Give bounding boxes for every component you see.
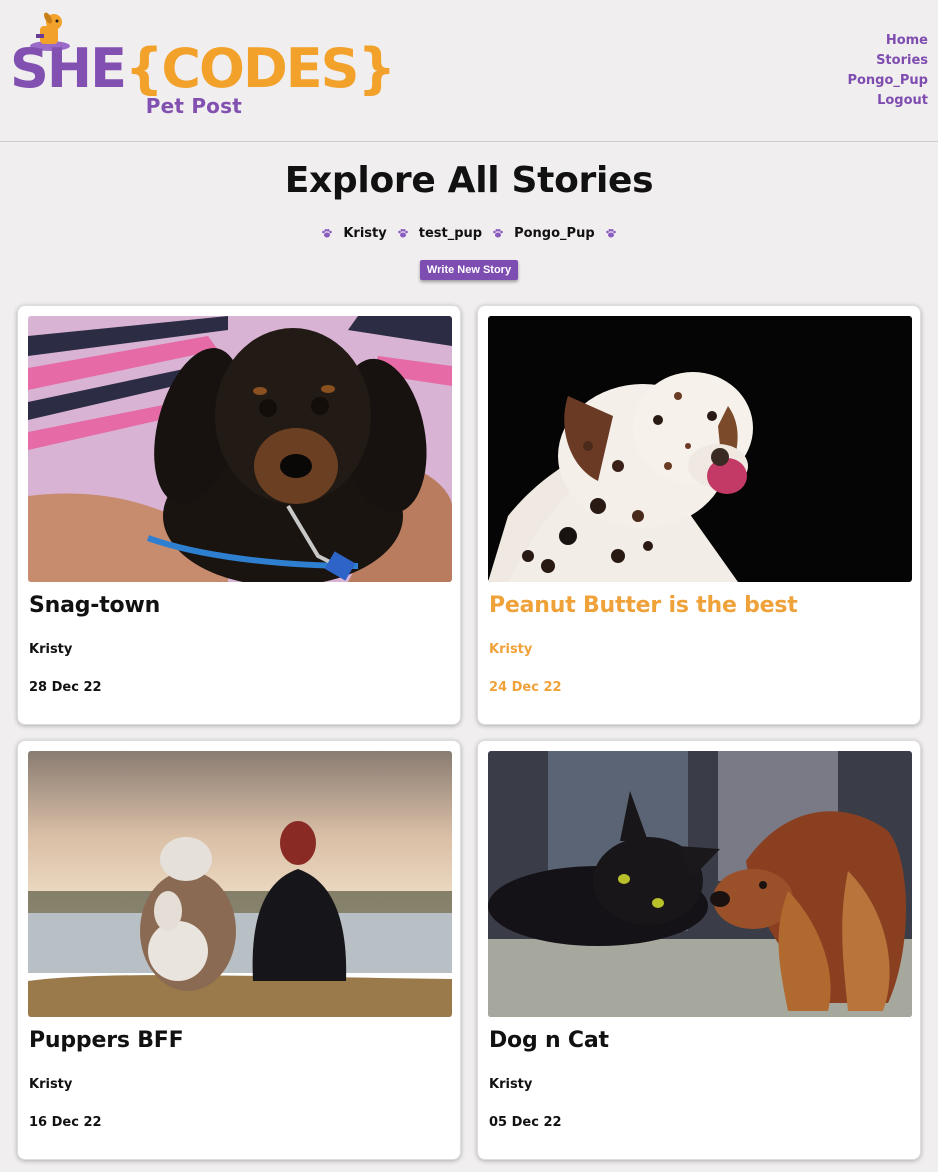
author-link-kristy[interactable]: Kristy bbox=[343, 226, 386, 241]
author-link-pongo-pup[interactable]: Pongo_Pup bbox=[514, 226, 595, 241]
story-date: 05 Dec 22 bbox=[489, 1115, 562, 1130]
story-date: 24 Dec 22 bbox=[489, 680, 562, 695]
story-image-dog-and-girl[interactable] bbox=[28, 751, 452, 1017]
site-header: SHE{CODES} Pet Post Home Stories Pongo_P… bbox=[0, 0, 938, 142]
author-link-test-pup[interactable]: test_pup bbox=[419, 226, 482, 241]
story-author: Kristy bbox=[29, 642, 73, 657]
logo-subtitle: Pet Post bbox=[145, 94, 242, 118]
story-date: 28 Dec 22 bbox=[29, 680, 102, 695]
story-card[interactable]: Dog n Cat Kristy 05 Dec 22 bbox=[477, 740, 921, 1160]
story-card[interactable]: Peanut Butter is the best Kristy 24 Dec … bbox=[477, 305, 921, 725]
nav-home[interactable]: Home bbox=[847, 31, 928, 51]
nav-logout[interactable]: Logout bbox=[847, 91, 928, 111]
dachshund-puppy-photo bbox=[28, 316, 452, 582]
story-image-dachshund[interactable] bbox=[28, 316, 452, 582]
nav-stories[interactable]: Stories bbox=[847, 51, 928, 71]
story-title[interactable]: Puppers BFF bbox=[29, 1028, 184, 1053]
story-date: 16 Dec 22 bbox=[29, 1115, 102, 1130]
nav-profile[interactable]: Pongo_Pup bbox=[847, 71, 928, 91]
logo-wordmark: SHE{CODES} bbox=[10, 42, 396, 96]
page-title: Explore All Stories bbox=[284, 160, 654, 201]
story-title[interactable]: Peanut Butter is the best bbox=[489, 593, 798, 618]
dalmatian-photo bbox=[488, 316, 912, 582]
story-card[interactable]: Snag-town Kristy 28 Dec 22 bbox=[17, 305, 461, 725]
story-card[interactable]: Puppers BFF Kristy 16 Dec 22 bbox=[17, 740, 461, 1160]
logo-codes: {CODES} bbox=[124, 37, 396, 100]
story-title[interactable]: Dog n Cat bbox=[489, 1028, 609, 1053]
story-author: Kristy bbox=[489, 642, 533, 657]
paw-icon bbox=[605, 229, 616, 238]
paw-icon bbox=[493, 229, 503, 238]
write-new-story-button[interactable]: Write New Story bbox=[420, 260, 518, 280]
author-filter-list: Kristy test_pup Pongo_Pup bbox=[0, 222, 938, 244]
story-image-dalmatian[interactable] bbox=[488, 316, 912, 582]
paw-icon bbox=[322, 229, 333, 238]
logo-she: SHE bbox=[10, 37, 127, 100]
dog-and-girl-lake-photo bbox=[28, 751, 452, 1017]
story-title[interactable]: Snag-town bbox=[29, 593, 160, 618]
story-image-cat-and-spaniel[interactable] bbox=[488, 751, 912, 1017]
story-author: Kristy bbox=[29, 1077, 73, 1092]
story-author: Kristy bbox=[489, 1077, 533, 1092]
main-nav: Home Stories Pongo_Pup Logout bbox=[847, 31, 928, 111]
cat-and-spaniel-photo bbox=[488, 751, 912, 1017]
paw-icon bbox=[397, 229, 408, 238]
shecodes-logo[interactable]: SHE{CODES} Pet Post bbox=[10, 12, 396, 122]
